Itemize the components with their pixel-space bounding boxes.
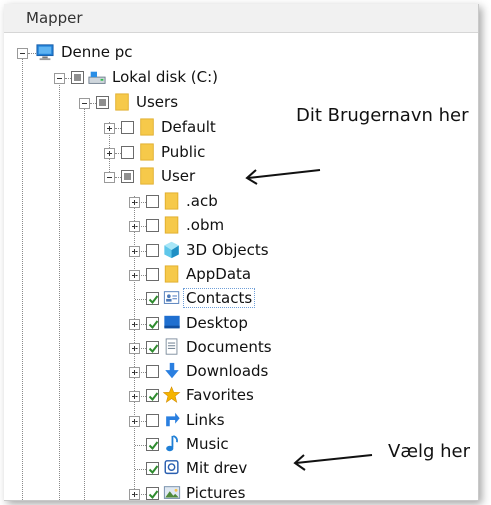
- folder-icon: [164, 192, 179, 210]
- tree-item-label: Desktop: [186, 314, 248, 332]
- tree-item-label: 3D Objects: [186, 241, 269, 259]
- folder-icon: [140, 118, 154, 136]
- tree-item-lokal-disk[interactable]: Lokal disk (C:): [4, 66, 478, 90]
- folder-checkbox[interactable]: [146, 244, 159, 257]
- tree-item-links[interactable]: Links: [4, 409, 478, 433]
- folder-icon: [164, 216, 179, 234]
- expand-toggle[interactable]: [104, 148, 115, 159]
- folder-checkbox[interactable]: [121, 170, 134, 183]
- documents-icon: [165, 338, 178, 355]
- tree-item-obm[interactable]: .obm: [4, 214, 478, 238]
- folder-checkbox[interactable]: [146, 365, 159, 378]
- contacts-icon: [163, 291, 180, 304]
- tree-item-label: Contacts: [182, 288, 256, 308]
- computer-icon: [36, 44, 54, 61]
- choose-hint: Vælg her: [388, 441, 471, 462]
- collapse-toggle[interactable]: [54, 73, 65, 84]
- tree-item-appdata[interactable]: AppData: [4, 263, 478, 287]
- links-icon: [166, 412, 180, 427]
- tree-item-label: User: [161, 167, 196, 185]
- music-icon: [166, 435, 178, 452]
- folders-panel: Mapper Denne pc Lokal disk (C:) Users De…: [4, 4, 479, 501]
- folder-icon: [140, 143, 154, 161]
- folder-tree: Denne pc Lokal disk (C:) Users Default P…: [4, 4, 478, 500]
- tree-item-3d-objects[interactable]: 3D Objects: [4, 239, 478, 263]
- username-hint: Dit Brugernavn her: [296, 105, 469, 126]
- mit-drev-icon: [164, 460, 179, 475]
- tree-item-label: Default: [161, 118, 216, 136]
- tree-item-label: AppData: [186, 265, 252, 283]
- folder-icon: [140, 167, 154, 185]
- folder-checkbox[interactable]: [146, 195, 159, 208]
- folder-checkbox[interactable]: [146, 317, 159, 330]
- tree-item-label: Downloads: [186, 362, 269, 380]
- folder-checkbox[interactable]: [146, 219, 159, 232]
- tree-item-label: Public: [161, 143, 206, 161]
- folder-checkbox[interactable]: [146, 389, 159, 402]
- drive-icon: [88, 71, 106, 84]
- tree-item-favorites[interactable]: Favorites: [4, 384, 478, 408]
- folder-checkbox[interactable]: [146, 414, 159, 427]
- tree-item-label: Users: [136, 93, 179, 111]
- folder-icon: [164, 265, 179, 283]
- folder-checkbox[interactable]: [146, 487, 159, 500]
- tree-item-label: Favorites: [186, 386, 254, 404]
- tree-item-denne-pc[interactable]: Denne pc: [4, 41, 478, 65]
- collapse-toggle[interactable]: [104, 172, 115, 183]
- tree-item-label: .obm: [186, 216, 225, 234]
- tree-item-label: Mit drev: [186, 459, 248, 477]
- folder-checkbox[interactable]: [146, 341, 159, 354]
- tree-item-user[interactable]: User: [4, 165, 478, 189]
- tree-item-downloads[interactable]: Downloads: [4, 360, 478, 384]
- tree-item-label: Music: [186, 435, 229, 453]
- folder-checkbox[interactable]: [96, 96, 109, 109]
- tree-item-label: Denne pc: [61, 43, 133, 61]
- tree-item-label: .acb: [186, 192, 218, 210]
- tree-item-contacts[interactable]: Contacts: [4, 287, 478, 311]
- collapse-toggle[interactable]: [79, 98, 90, 109]
- tree-item-pictures[interactable]: Pictures: [4, 482, 478, 501]
- tree-item-label: Lokal disk (C:): [112, 68, 219, 86]
- folder-checkbox[interactable]: [146, 438, 159, 451]
- folder-checkbox[interactable]: [121, 146, 134, 159]
- folder-checkbox[interactable]: [71, 71, 84, 84]
- collapse-toggle[interactable]: [17, 48, 28, 59]
- arrow-left-icon: [245, 169, 321, 185]
- favorites-star-icon: [163, 386, 181, 403]
- tree-item-label: Documents: [186, 338, 272, 356]
- folder-checkbox[interactable]: [146, 268, 159, 281]
- folder-icon: [115, 93, 129, 111]
- 3d-objects-icon: [164, 241, 179, 259]
- tree-item-label: Links: [186, 411, 225, 429]
- folder-checkbox[interactable]: [146, 462, 159, 475]
- tree-item-documents[interactable]: Documents: [4, 336, 478, 360]
- desktop-icon: [164, 315, 180, 329]
- tree-item-public[interactable]: Public: [4, 141, 478, 165]
- downloads-icon: [165, 362, 179, 379]
- expand-toggle[interactable]: [104, 123, 115, 134]
- tree-item-label: Pictures: [186, 484, 246, 501]
- tree-item-acb[interactable]: .acb: [4, 190, 478, 214]
- arrow-left-icon: [293, 454, 373, 471]
- pictures-icon: [163, 486, 181, 499]
- folder-checkbox[interactable]: [121, 121, 134, 134]
- tree-item-desktop[interactable]: Desktop: [4, 312, 478, 336]
- folder-checkbox[interactable]: [146, 292, 159, 305]
